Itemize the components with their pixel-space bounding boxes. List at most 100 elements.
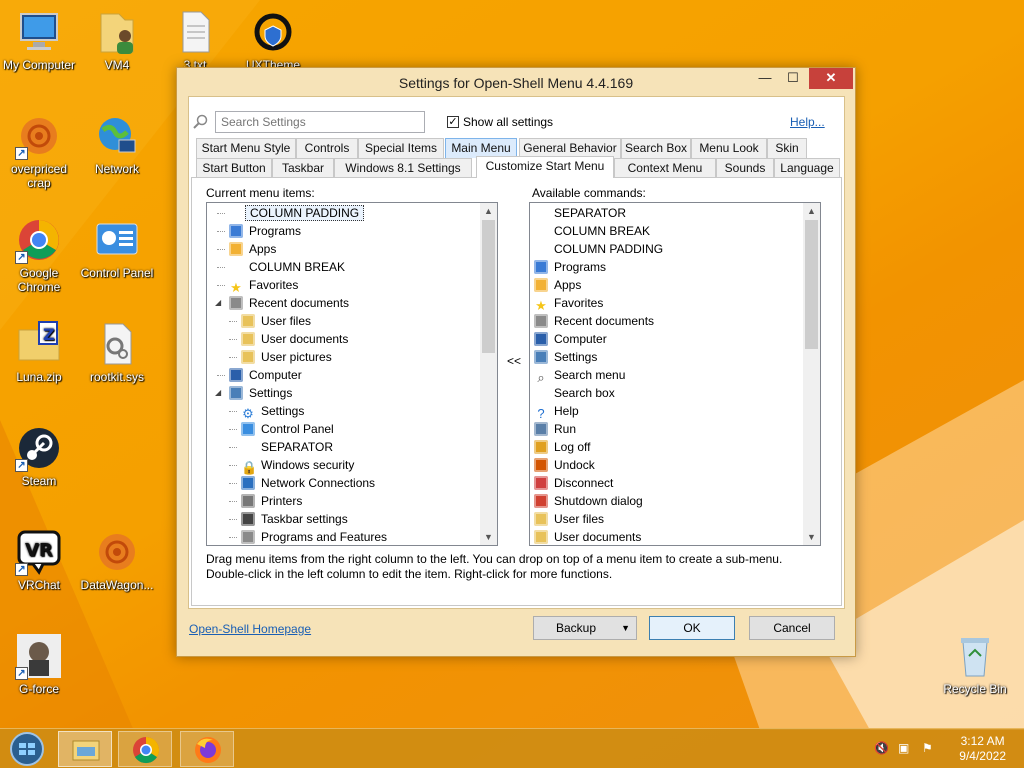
command-item[interactable]: COLUMN PADDING [534, 240, 663, 258]
tree-item[interactable]: Taskbar settings [229, 510, 348, 528]
tree-item[interactable]: User files [229, 312, 311, 330]
expander-icon[interactable]: ◢ [215, 294, 221, 312]
tab-main-menu[interactable]: Main Menu [445, 138, 517, 158]
command-item[interactable]: Apps [534, 276, 581, 294]
tab-context-menu[interactable]: Context Menu [614, 158, 716, 178]
tab-windows-8-1-settings[interactable]: Windows 8.1 Settings [334, 158, 472, 178]
desktop-icon-vm4[interactable]: VM4 [78, 8, 156, 72]
taskbar-chrome[interactable] [118, 731, 172, 767]
command-item[interactable]: Computer [534, 330, 607, 348]
taskbar-firefox[interactable] [180, 731, 234, 767]
desktop-icon-recycle-bin[interactable]: Recycle Bin [936, 632, 1014, 696]
command-item[interactable]: ★ Favorites [534, 294, 603, 313]
desktop-icon-google-chrome[interactable]: ↗ Google Chrome [0, 216, 78, 294]
desktop-icon-vrchat[interactable]: VR ↗ VRChat [0, 528, 78, 592]
tree-item[interactable]: Computer [217, 366, 302, 384]
maximize-button[interactable]: ☐ [779, 68, 807, 89]
ok-button[interactable]: OK [649, 616, 735, 640]
cancel-button[interactable]: Cancel [749, 616, 835, 640]
command-item[interactable]: User documents [534, 528, 641, 545]
tree-item[interactable]: COLUMN BREAK [217, 258, 345, 276]
tab-taskbar[interactable]: Taskbar [272, 158, 334, 178]
current-menu-items-tree[interactable]: ▲ ▼ COLUMN PADDING Programs Apps COLUMN BRE… [206, 202, 498, 546]
tab-start-menu-style[interactable]: Start Menu Style [196, 138, 296, 158]
title-bar[interactable]: Settings for Open-Shell Menu 4.4.169 — ☐… [177, 68, 855, 96]
desktop-icon-datawagon[interactable]: DataWagon... [78, 528, 156, 592]
expander-icon[interactable]: ◢ [215, 384, 221, 402]
desktop-icon-control-panel[interactable]: Control Panel [78, 216, 156, 280]
scroll-thumb[interactable] [805, 220, 818, 349]
command-item[interactable]: Run [534, 420, 576, 438]
command-item[interactable]: ? Help [534, 402, 578, 421]
desktop-icon-luna-zip[interactable]: Z Luna.zip [0, 320, 78, 384]
tree-item[interactable]: User pictures [229, 348, 332, 366]
tree-item[interactable]: Programs and Features [229, 528, 387, 545]
start-button[interactable] [2, 731, 52, 767]
move-left-button[interactable]: << [503, 354, 525, 368]
help-link[interactable]: Help... [790, 115, 825, 129]
taskbar-file-explorer[interactable] [58, 731, 112, 767]
tree-item[interactable]: Printers [229, 492, 302, 510]
command-item[interactable]: Settings [534, 348, 597, 366]
command-item[interactable]: ⌕ Search menu [534, 366, 625, 385]
command-item[interactable]: Programs [534, 258, 606, 276]
command-item[interactable]: COLUMN BREAK [534, 222, 650, 240]
network-status-icon[interactable]: ▣ [898, 741, 914, 755]
tab-search-box[interactable]: Search Box [621, 138, 691, 158]
minimize-button[interactable]: — [751, 68, 779, 89]
desktop-icon-g-force[interactable]: ↗ G-force [0, 632, 78, 696]
tree-item[interactable]: Control Panel [229, 420, 334, 438]
tree-item[interactable]: ◢ Settings [215, 384, 292, 402]
scroll-up-arrow-icon[interactable]: ▲ [480, 203, 497, 219]
scroll-thumb[interactable] [482, 220, 495, 353]
search-settings-input[interactable] [215, 111, 425, 133]
tree-item[interactable]: Network Connections [229, 474, 375, 492]
desktop-icon-rootkit-sys[interactable]: rootkit.sys [78, 320, 156, 384]
tab-controls[interactable]: Controls [296, 138, 358, 158]
settings-icon [229, 386, 243, 400]
scroll-down-arrow-icon[interactable]: ▼ [480, 529, 497, 545]
clock[interactable]: 3:12 AM 9/4/2022 [959, 734, 1006, 764]
left-scrollbar[interactable]: ▲ ▼ [480, 203, 497, 545]
available-commands-list[interactable]: ▲ ▼ SEPARATOR COLUMN BREAK COLUMN PADDING P… [529, 202, 821, 546]
volume-muted-icon[interactable]: 🔇 [874, 741, 890, 755]
tab-language[interactable]: Language [774, 158, 840, 178]
show-all-settings-checkbox[interactable]: ✓ [447, 116, 459, 128]
command-item[interactable]: Recent documents [534, 312, 654, 330]
tree-item[interactable]: ⚙ Settings [229, 402, 304, 421]
tree-item[interactable]: Apps [217, 240, 276, 258]
tab-general-behavior[interactable]: General Behavior [519, 138, 621, 158]
tree-item[interactable]: ★ Favorites [217, 276, 298, 295]
backup-button[interactable]: Backup ▼ [533, 616, 637, 640]
tab-special-items[interactable]: Special Items [358, 138, 444, 158]
desktop-icon-steam[interactable]: ↗ Steam [0, 424, 78, 488]
command-item[interactable]: User files [534, 510, 604, 528]
tab-sounds[interactable]: Sounds [716, 158, 774, 178]
tab-start-button[interactable]: Start Button [196, 158, 272, 178]
tab-menu-look[interactable]: Menu Look [691, 138, 767, 158]
tab-skin[interactable]: Skin [767, 138, 807, 158]
tab-customize-start-menu[interactable]: Customize Start Menu [476, 156, 614, 178]
desktop-icon-3txt[interactable]: 3.txt [156, 8, 234, 72]
action-center-icon[interactable]: ⚑ [922, 741, 938, 755]
command-item[interactable]: Shutdown dialog [534, 492, 643, 510]
desktop-icon-my-computer[interactable]: My Computer [0, 8, 78, 72]
scroll-down-arrow-icon[interactable]: ▼ [803, 529, 820, 545]
desktop-icon-overpriced-crap[interactable]: ↗ overpriced crap [0, 112, 78, 190]
command-item[interactable]: Undock [534, 456, 595, 474]
open-shell-homepage-link[interactable]: Open-Shell Homepage [189, 622, 311, 636]
command-item[interactable]: SEPARATOR [534, 204, 626, 222]
command-item[interactable]: Search box [534, 384, 615, 402]
tree-item[interactable]: ◢ Recent documents [215, 294, 349, 312]
tree-item[interactable]: SEPARATOR [229, 438, 333, 456]
command-item[interactable]: Disconnect [534, 474, 613, 492]
command-item[interactable]: Log off [534, 438, 590, 456]
desktop-icon-network[interactable]: Network [78, 112, 156, 176]
tree-item[interactable]: COLUMN PADDING [217, 204, 365, 222]
tree-item[interactable]: 🔒 Windows security [229, 456, 354, 475]
tree-item[interactable]: User documents [229, 330, 348, 348]
close-button[interactable]: ✕ [809, 68, 853, 89]
tree-item[interactable]: Programs [217, 222, 301, 240]
right-scrollbar[interactable]: ▲ ▼ [803, 203, 820, 545]
scroll-up-arrow-icon[interactable]: ▲ [803, 203, 820, 219]
